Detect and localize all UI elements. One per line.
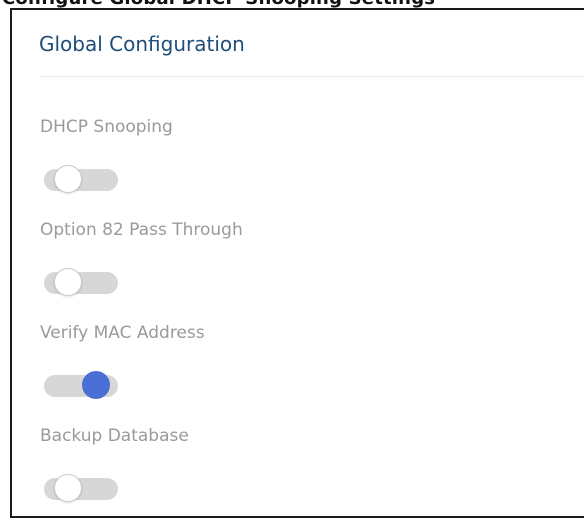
cropped-heading-strip: Configure Global DHCP Snooping Settings [0,0,584,8]
toggle-knob [54,474,82,502]
option-82-pass-through-toggle[interactable] [44,268,118,296]
verify-mac-address-toggle[interactable] [44,371,118,399]
backup-database-label: Backup Database [40,426,189,446]
dhcp-snooping-toggle[interactable] [44,165,118,193]
toggle-knob [82,371,110,399]
title-divider [39,76,584,77]
panel-title: Global Configuration [39,32,245,56]
dhcp-snooping-label: DHCP Snooping [40,117,173,137]
toggle-knob [54,165,82,193]
backup-database-toggle[interactable] [44,474,118,502]
global-configuration-panel: Global Configuration DHCP Snooping Optio… [10,8,584,518]
cropped-heading-text: Configure Global DHCP Snooping Settings [2,0,435,8]
option-82-pass-through-label: Option 82 Pass Through [40,220,243,240]
page-frame: Configure Global DHCP Snooping Settings … [0,0,584,527]
toggle-knob [54,268,82,296]
verify-mac-address-label: Verify MAC Address [40,323,205,343]
